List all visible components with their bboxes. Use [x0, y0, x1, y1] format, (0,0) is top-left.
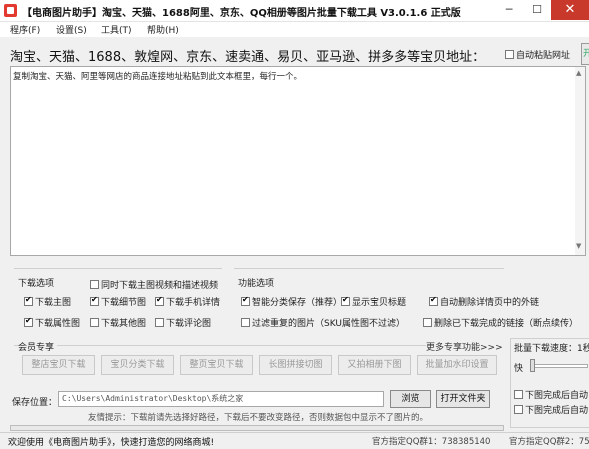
vip-category-download-button[interactable]: 宝贝分类下载 — [101, 355, 174, 375]
other-image-label: 下载其他图 — [101, 319, 147, 329]
download-options-title: 下载选项 — [18, 276, 58, 289]
video-option-checkbox[interactable]: 同时下载主图视频和描述视频 — [90, 278, 218, 291]
review-image-label: 下载评论图 — [166, 319, 212, 329]
attribute-image-checkbox[interactable]: 下载属性图 — [24, 316, 80, 329]
vip-stitch-cut-button[interactable]: 长图拼接切图 — [259, 355, 332, 375]
status-bar: 欢迎使用《电商图片助手》，快速打造您的网络商城! 官方指定QQ群1：738385… — [0, 432, 589, 449]
smart-category-checkbox[interactable]: 智能分类保存（推荐） — [241, 295, 342, 308]
filter-duplicate-checkbox[interactable]: 过滤重复的图片（SKU属性图不过滤） — [241, 316, 405, 329]
show-title-checkbox[interactable]: 显示宝贝标题 — [341, 295, 406, 308]
menu-settings[interactable]: 设置(S) — [56, 23, 87, 36]
delete-finished-label: 删除已下载完成的链接（断点续传） — [434, 319, 579, 329]
checkbox-checked-icon — [429, 295, 438, 306]
detail-image-checkbox[interactable]: 下载细节图 — [90, 295, 146, 308]
close-button[interactable]: ✕ — [551, 0, 589, 20]
after-complete-label-2: 下图完成后自动 — [525, 406, 589, 416]
title-bar: 【电商图片助手】淘宝、天猫、1688阿里、京东、QQ相册等图片批量下载工具 V3… — [0, 0, 589, 22]
browse-button[interactable]: 浏览 — [390, 390, 431, 408]
url-textarea[interactable]: 复制淘宝、天猫、阿里等网店的商品连接地址粘贴到此文本框里，每行一个。 ▲ ▼ — [10, 66, 586, 256]
batch-speed-label: 批量下载速度：1秒 — [514, 341, 589, 354]
main-image-label: 下载主图 — [35, 298, 72, 308]
checkbox-checked-icon — [155, 295, 164, 306]
start-button[interactable]: 开 — [581, 43, 589, 65]
vip-youpai-button[interactable]: 又拍相册下图 — [338, 355, 411, 375]
function-options-title: 功能选项 — [238, 276, 278, 289]
other-image-checkbox[interactable]: 下载其他图 — [90, 316, 146, 329]
detail-image-label: 下载细节图 — [101, 298, 147, 308]
delete-finished-checkbox[interactable]: 删除已下载完成的链接（断点续传） — [423, 316, 578, 329]
menu-bar: 程序(F) 设置(S) 工具(T) 帮助(H) — [0, 22, 589, 37]
show-title-label: 显示宝贝标题 — [352, 298, 407, 308]
vip-title: 会员专享 — [18, 340, 58, 353]
maximize-button[interactable]: ☐ — [523, 0, 551, 20]
checkbox-icon — [155, 318, 164, 327]
vip-watermark-button[interactable]: 批量加水印设置 — [417, 355, 497, 375]
checkbox-checked-icon — [241, 295, 250, 306]
friendly-tip: 友情提示：下载前请先选择好路径，下载后不要改变路径，否则数据包中显示不了图片的。 — [88, 413, 429, 423]
mobile-detail-label: 下载手机详情 — [166, 298, 221, 308]
auto-paste-checkbox[interactable]: 自动粘贴网址 — [505, 48, 570, 61]
checkbox-checked-icon — [24, 295, 33, 306]
checkbox-icon — [514, 405, 523, 414]
mobile-detail-checkbox[interactable]: 下载手机详情 — [155, 295, 220, 308]
checkbox-checked-icon — [24, 316, 33, 327]
checkbox-icon — [514, 390, 523, 399]
app-icon — [4, 4, 17, 17]
function-options-divider — [234, 268, 504, 269]
checkbox-icon — [90, 280, 99, 289]
minimize-button[interactable]: ─ — [495, 0, 523, 20]
vertical-scrollbar[interactable]: ▲ ▼ — [575, 67, 585, 255]
attribute-image-label: 下载属性图 — [35, 319, 81, 329]
qq-group-2: 官方指定QQ群2：75 — [509, 437, 589, 447]
vip-shop-download-button[interactable]: 整店宝贝下载 — [22, 355, 95, 375]
window-title: 【电商图片助手】淘宝、天猫、1688阿里、京东、QQ相册等图片批量下载工具 V3… — [22, 8, 461, 19]
checkbox-checked-icon — [90, 295, 99, 306]
after-complete-label-1: 下图完成后自动 — [525, 391, 589, 401]
qq-group-1: 官方指定QQ群1：738385140 — [372, 437, 491, 447]
main-image-checkbox[interactable]: 下载主图 — [24, 295, 71, 308]
source-sites-label: 淘宝、天猫、1688、敦煌网、京东、速卖通、易贝、亚马逊、拼多多等宝贝地址： — [10, 50, 486, 65]
scroll-up-icon[interactable]: ▲ — [576, 69, 581, 77]
remove-links-label: 自动删除详情页中的外链 — [440, 298, 540, 308]
filter-duplicate-label: 过滤重复的图片（SKU属性图不过滤） — [252, 319, 405, 329]
progress-bar — [10, 425, 504, 431]
url-textarea-text: 复制淘宝、天猫、阿里等网店的商品连接地址粘贴到此文本框里，每行一个。 — [13, 72, 303, 82]
vip-page-download-button[interactable]: 整页宝贝下载 — [180, 355, 253, 375]
smart-category-label: 智能分类保存（推荐） — [252, 298, 343, 308]
scroll-down-icon[interactable]: ▼ — [576, 242, 581, 250]
download-options-divider — [14, 268, 222, 269]
open-folder-button[interactable]: 打开文件夹 — [436, 390, 490, 408]
remove-links-checkbox[interactable]: 自动删除详情页中的外链 — [429, 295, 539, 308]
auto-paste-label: 自动粘贴网址 — [516, 51, 571, 61]
menu-program[interactable]: 程序(F) — [10, 23, 40, 36]
menu-tools[interactable]: 工具(T) — [101, 23, 132, 36]
more-features-link[interactable]: 更多专享功能>>> — [426, 340, 506, 353]
speed-fast-label: 快 — [514, 364, 524, 374]
checkbox-icon — [505, 50, 514, 59]
after-complete-checkbox-2[interactable]: 下图完成后自动 — [514, 403, 588, 416]
video-option-label: 同时下载主图视频和描述视频 — [101, 281, 219, 291]
speed-slider-track[interactable] — [530, 364, 588, 368]
speed-slider-thumb[interactable] — [530, 359, 535, 372]
review-image-checkbox[interactable]: 下载评论图 — [155, 316, 211, 329]
menu-help[interactable]: 帮助(H) — [147, 23, 179, 36]
save-location-label: 保存位置： — [12, 398, 58, 408]
after-complete-checkbox-1[interactable]: 下图完成后自动 — [514, 388, 588, 401]
checkbox-icon — [423, 318, 432, 327]
checkbox-icon — [90, 318, 99, 327]
checkbox-checked-icon — [341, 295, 350, 306]
save-path-input[interactable]: C:\Users\Administrator\Desktop\系统之家 — [58, 391, 384, 407]
checkbox-icon — [241, 318, 250, 327]
welcome-status: 欢迎使用《电商图片助手》，快速打造您的网络商城! — [8, 438, 215, 448]
